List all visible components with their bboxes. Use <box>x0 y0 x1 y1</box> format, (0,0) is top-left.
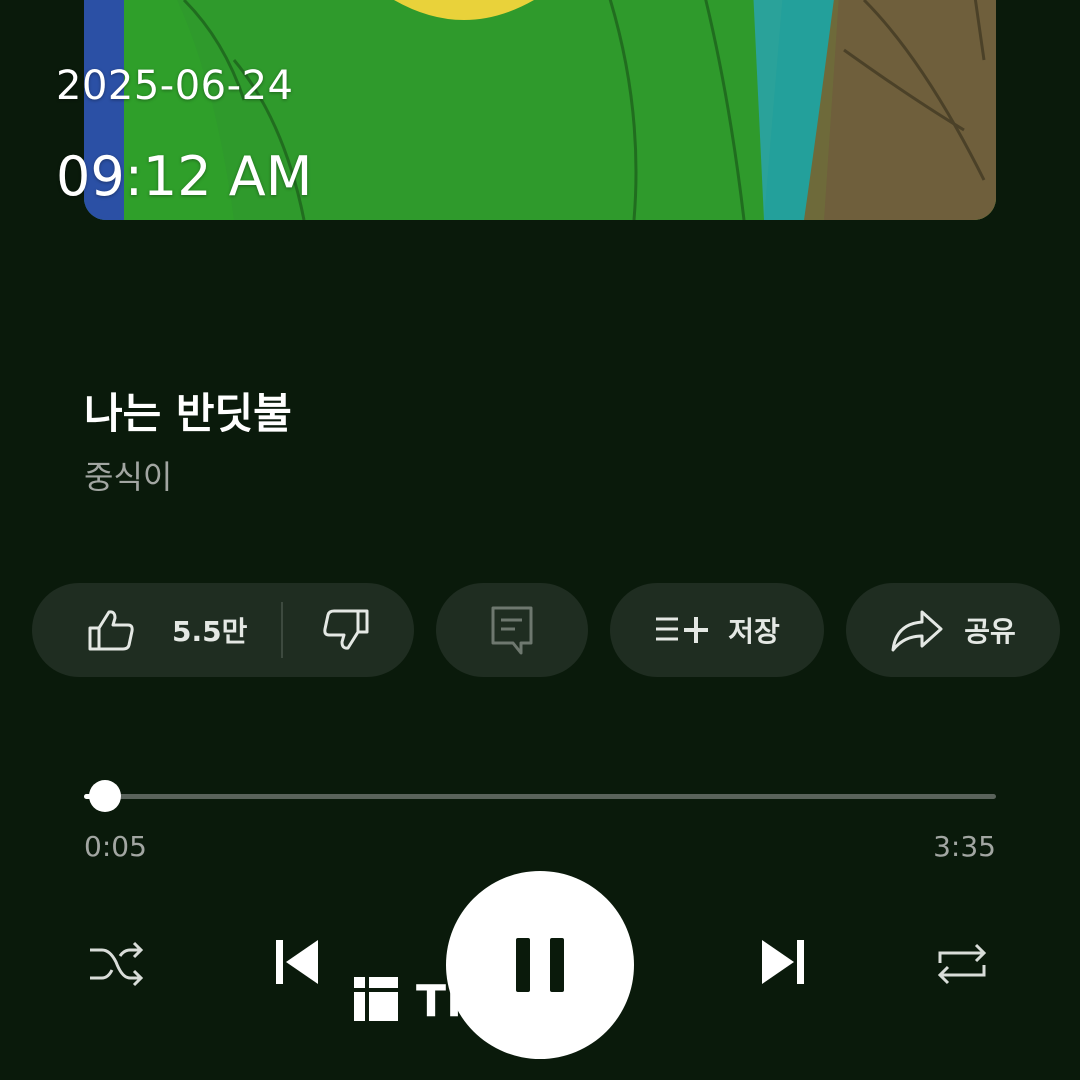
comment-icon <box>489 605 535 655</box>
progress-bar[interactable] <box>84 780 996 812</box>
like-button[interactable]: 5.5만 <box>32 583 281 677</box>
like-count: 5.5만 <box>172 615 248 648</box>
share-button[interactable]: 공유 <box>846 583 1060 677</box>
status-datetime: 2025-06-24 09:12 AM <box>56 60 312 212</box>
elapsed-time: 0:05 <box>84 830 147 863</box>
pause-icon <box>516 938 530 992</box>
skip-previous-icon <box>268 936 324 992</box>
shuffle-icon <box>86 940 146 992</box>
shuffle-button[interactable] <box>84 936 148 996</box>
dislike-button[interactable] <box>283 583 371 677</box>
threads-logo-icon <box>354 977 398 1025</box>
skip-next-icon <box>756 936 812 992</box>
next-button[interactable] <box>752 932 816 996</box>
repeat-button[interactable] <box>930 936 994 996</box>
share-arrow-icon <box>890 608 944 652</box>
playlist-add-icon <box>654 615 710 645</box>
previous-button[interactable] <box>264 932 328 996</box>
thumbs-up-icon <box>86 608 136 652</box>
thumbs-down-icon <box>321 608 371 652</box>
progress-thumb[interactable] <box>88 780 121 812</box>
comment-button[interactable] <box>436 583 588 677</box>
like-dislike-chip: 5.5만 <box>32 583 414 677</box>
total-time: 3:35 <box>933 830 996 863</box>
track-artist[interactable]: 중식이 <box>84 452 172 498</box>
pause-button[interactable] <box>446 871 634 1059</box>
status-time: 09:12 AM <box>56 145 313 208</box>
track-title[interactable]: 나는 반딧불 <box>84 380 292 441</box>
pause-icon-bar <box>550 938 564 992</box>
status-date: 2025-06-24 <box>56 63 294 109</box>
save-button[interactable]: 저장 <box>610 583 824 677</box>
share-label: 공유 <box>964 615 1016 648</box>
repeat-icon <box>932 939 992 993</box>
save-label: 저장 <box>728 615 780 648</box>
